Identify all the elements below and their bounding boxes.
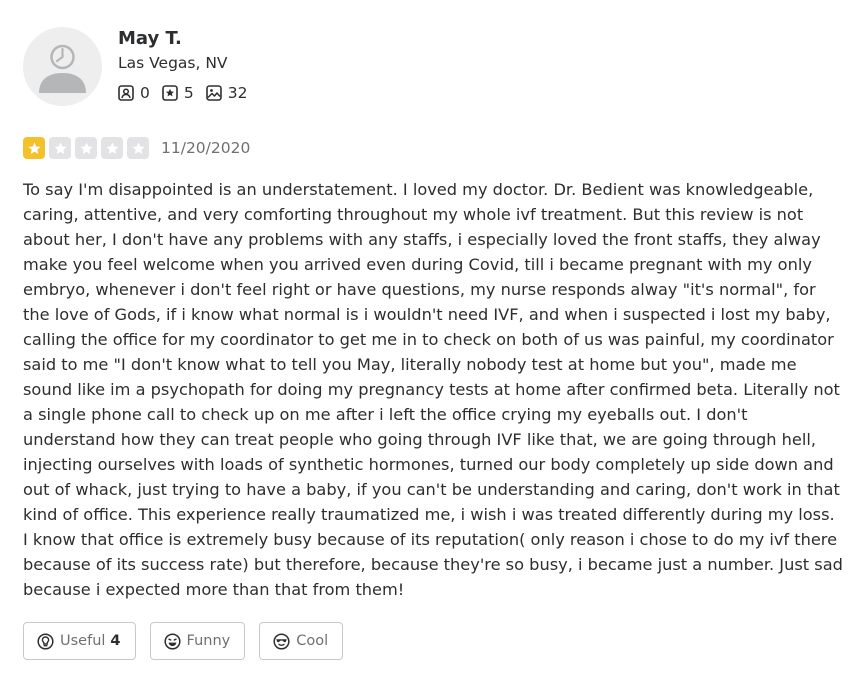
- laughing-face-icon: [163, 632, 181, 650]
- rating-star-3: [75, 137, 97, 159]
- useful-count: 4: [110, 633, 121, 649]
- star-icon: [53, 141, 67, 154]
- rating-star-4: [101, 137, 123, 159]
- friends-icon: [118, 85, 134, 101]
- useful-button[interactable]: Useful 4: [23, 622, 136, 660]
- cool-label: Cool: [296, 633, 329, 649]
- friends-stat: 0: [118, 84, 150, 102]
- star-icon: [131, 141, 145, 154]
- rating-star-2: [49, 137, 71, 159]
- star-icon: [105, 141, 119, 154]
- review-date: 11/20/2020: [161, 139, 251, 157]
- star-icon: [27, 141, 41, 154]
- user-name[interactable]: May T.: [118, 28, 182, 49]
- funny-button[interactable]: Funny: [149, 622, 246, 660]
- default-avatar-icon: [39, 44, 86, 93]
- star-icon: [79, 141, 93, 154]
- reviews-count: 5: [183, 84, 194, 102]
- lightbulb-icon: [37, 632, 54, 650]
- rating-star-1: [23, 137, 45, 159]
- star-review-icon: [162, 85, 178, 101]
- photos-count: 32: [227, 84, 248, 102]
- useful-label: Useful: [60, 633, 106, 649]
- star-rating: [23, 137, 153, 159]
- friends-count: 0: [140, 84, 150, 102]
- rating-star-5: [127, 137, 149, 159]
- user-location: Las Vegas, NV: [118, 54, 228, 72]
- photos-stat: 32: [205, 84, 248, 102]
- rating-row: 11/20/2020: [23, 137, 250, 159]
- review-text: To say I'm disappointed is an understate…: [23, 180, 843, 599]
- funny-label: Funny: [186, 633, 231, 649]
- sunglasses-face-icon: [273, 632, 290, 650]
- reaction-buttons: Useful 4 Funny Cool: [23, 622, 357, 660]
- user-stats: 0 5 32: [118, 84, 259, 102]
- cool-button[interactable]: Cool: [259, 622, 344, 660]
- photo-icon: [205, 85, 222, 101]
- reviews-stat: 5: [162, 84, 194, 102]
- avatar[interactable]: [23, 27, 102, 106]
